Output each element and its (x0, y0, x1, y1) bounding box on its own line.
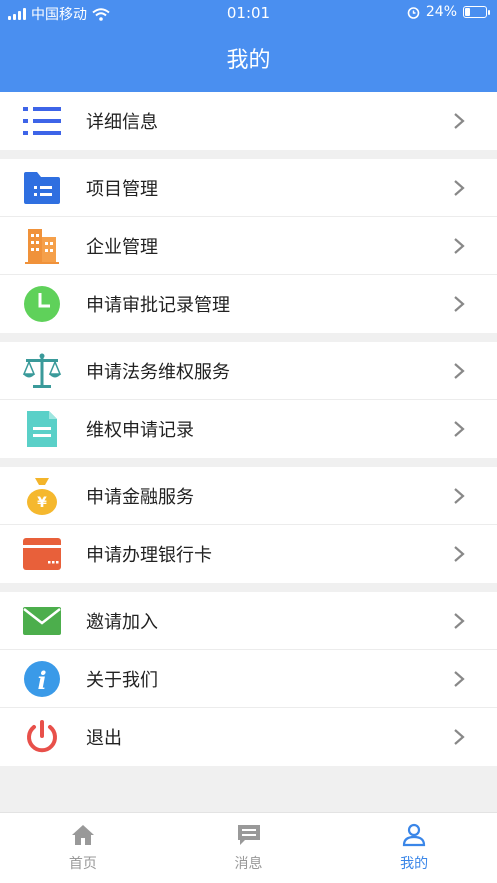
tab-label: 首页 (68, 856, 97, 872)
buildings-icon (22, 226, 62, 266)
chevron-right-icon (449, 178, 469, 198)
menu-item-bank-card[interactable]: 申请办理银行卡 (0, 525, 497, 583)
battery-percent: 24% (425, 4, 457, 20)
menu-group-finance: ¥ 申请金融服务 申请办理银行卡 (0, 467, 497, 583)
menu-item-logout[interactable]: 退出 (0, 708, 497, 766)
chevron-right-icon (449, 111, 469, 131)
chevron-right-icon (449, 236, 469, 256)
envelope-icon (22, 601, 62, 641)
menu-group-management: 项目管理 企业管理 申请审批记录管理 (0, 159, 497, 333)
folder-icon (22, 168, 62, 208)
bank-card-icon (22, 534, 62, 574)
alarm-icon (407, 6, 420, 19)
chevron-right-icon (449, 727, 469, 747)
battery-icon (463, 6, 490, 18)
tab-bar: 首页 消息 我的 (0, 812, 497, 883)
tab-label: 消息 (234, 856, 263, 872)
menu-item-label: 邀请加入 (86, 611, 158, 633)
status-bar: 中国移动 01:01 24% (0, 0, 497, 24)
menu-item-enterprises[interactable]: 企业管理 (0, 217, 497, 275)
menu-item-label: 关于我们 (86, 669, 158, 691)
tab-mine[interactable]: 我的 (331, 813, 497, 883)
svg-text:¥: ¥ (37, 495, 47, 511)
menu-list: 详细信息 项目管理 企业管理 申请审批记录管理 申请法务维权服务 维权申请记录 … (0, 92, 497, 775)
tab-messages[interactable]: 消息 (166, 813, 332, 883)
menu-item-label: 项目管理 (86, 178, 158, 200)
menu-item-label: 详细信息 (86, 112, 158, 133)
menu-item-finance-service[interactable]: ¥ 申请金融服务 (0, 467, 497, 525)
document-icon (22, 409, 62, 449)
chevron-right-icon (449, 294, 469, 314)
menu-item-label: 申请金融服务 (86, 486, 194, 508)
chevron-right-icon (449, 419, 469, 439)
page-title: 我的 (226, 48, 271, 73)
chevron-right-icon (449, 544, 469, 564)
list-icon (22, 101, 62, 141)
chevron-right-icon (449, 361, 469, 381)
clock-icon (22, 284, 62, 324)
menu-item-legal-service[interactable]: 申请法务维权服务 (0, 342, 497, 400)
info-icon: i (22, 659, 62, 699)
menu-item-label: 维权申请记录 (86, 420, 194, 441)
user-icon (403, 823, 426, 847)
menu-group-legal: 申请法务维权服务 维权申请记录 (0, 342, 497, 458)
scales-icon (22, 351, 62, 391)
chevron-right-icon (449, 611, 469, 631)
tab-home[interactable]: 首页 (0, 813, 166, 883)
menu-item-label: 申请法务维权服务 (86, 361, 230, 383)
menu-item-projects[interactable]: 项目管理 (0, 159, 497, 217)
menu-item-rights-records[interactable]: 维权申请记录 (0, 400, 497, 458)
menu-item-label: 申请审批记录管理 (86, 295, 230, 316)
home-icon (71, 825, 94, 845)
menu-group-other: 邀请加入 i 关于我们 退出 (0, 592, 497, 766)
menu-item-about[interactable]: i 关于我们 (0, 650, 497, 708)
menu-item-approval-records[interactable]: 申请审批记录管理 (0, 275, 497, 333)
header-bar: 中国移动 01:01 24% 我的 (0, 0, 497, 92)
menu-item-label: 企业管理 (86, 236, 158, 258)
tab-label: 我的 (400, 856, 429, 872)
menu-item-label: 申请办理银行卡 (86, 545, 212, 566)
message-icon (237, 825, 260, 845)
menu-item-details[interactable]: 详细信息 (0, 92, 497, 150)
money-bag-icon: ¥ (22, 476, 62, 516)
menu-group-info: 详细信息 (0, 92, 497, 150)
power-icon (22, 717, 62, 757)
menu-item-invite[interactable]: 邀请加入 (0, 592, 497, 650)
chevron-right-icon (449, 486, 469, 506)
menu-item-label: 退出 (86, 728, 122, 749)
chevron-right-icon (449, 669, 469, 689)
svg-text:i: i (37, 666, 46, 695)
